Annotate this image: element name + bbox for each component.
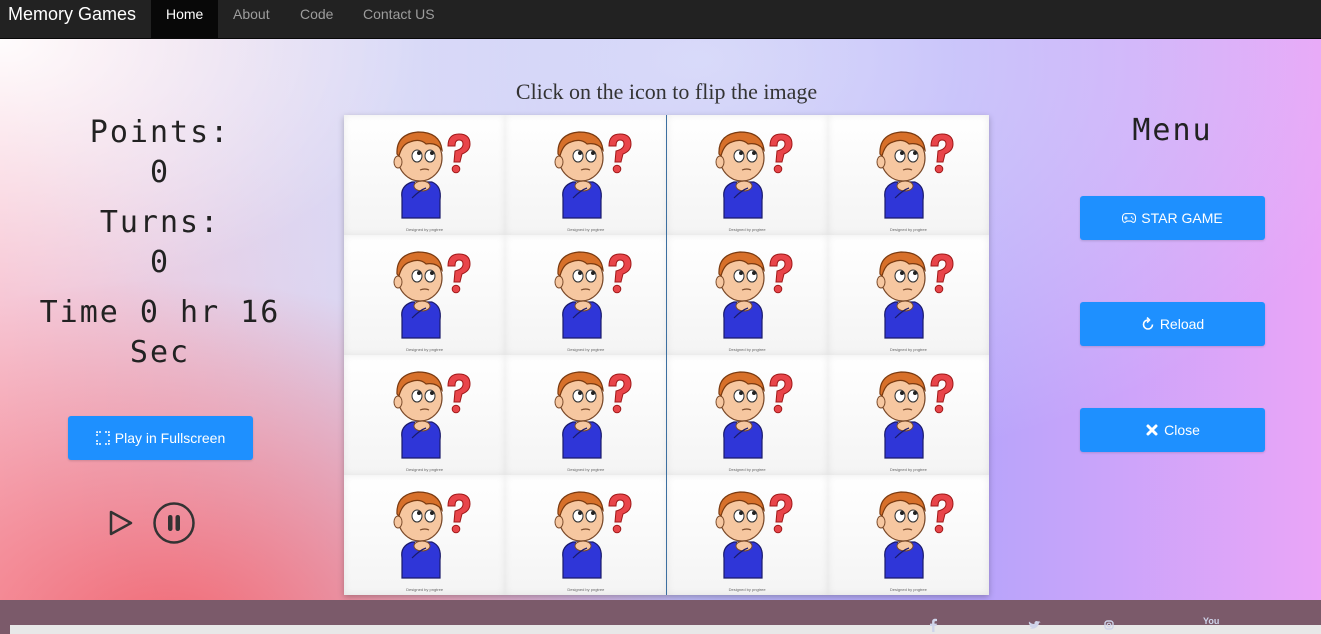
- nav-contact[interactable]: Contact US: [348, 0, 450, 38]
- thinking-boy-icon: [715, 131, 793, 219]
- points-label: Points:: [89, 115, 231, 150]
- nav-code[interactable]: Code: [285, 0, 348, 38]
- thinking-boy-icon: [715, 371, 793, 459]
- thinking-boy-icon: [876, 491, 954, 579]
- fullscreen-icon: [96, 431, 110, 445]
- fullscreen-label: Play in Fullscreen: [114, 430, 226, 446]
- memory-card[interactable]: Designed by pngtree: [666, 475, 828, 595]
- memory-card[interactable]: Designed by pngtree: [505, 475, 667, 595]
- youtube-icon[interactable]: You: [1203, 616, 1219, 626]
- card-credit: Designed by pngtree: [567, 467, 605, 472]
- turns-label: Turns:: [99, 205, 221, 240]
- thinking-boy-icon: [393, 131, 471, 219]
- card-credit: Designed by pngtree: [728, 227, 766, 232]
- memory-card[interactable]: Designed by pngtree: [505, 115, 667, 235]
- fullscreen-button[interactable]: Play in Fullscreen: [68, 416, 253, 460]
- pause-icon[interactable]: [152, 501, 196, 545]
- points-value: 0: [149, 155, 171, 190]
- instagram-icon[interactable]: [1104, 620, 1114, 630]
- brand-logo[interactable]: Memory Games: [8, 4, 136, 25]
- card-credit: Designed by pngtree: [889, 587, 927, 592]
- card-credit: Designed by pngtree: [406, 587, 444, 592]
- close-button[interactable]: Close: [1080, 408, 1265, 452]
- play-icon[interactable]: [106, 508, 136, 538]
- memory-card[interactable]: Designed by pngtree: [827, 115, 989, 235]
- memory-card[interactable]: Designed by pngtree: [344, 115, 506, 235]
- gamepad-icon: [1122, 213, 1137, 223]
- memory-card[interactable]: Designed by pngtree: [666, 235, 828, 355]
- thinking-boy-icon: [554, 131, 632, 219]
- card-credit: Designed by pngtree: [889, 467, 927, 472]
- timer-line-1: Time 0 hr 16: [39, 295, 281, 330]
- start-game-button[interactable]: STAR GAME: [1080, 196, 1265, 240]
- instruction-text: Click on the icon to flip the image: [515, 79, 818, 104]
- memory-card[interactable]: Designed by pngtree: [666, 355, 828, 475]
- card-credit: Designed by pngtree: [406, 347, 444, 352]
- thinking-boy-icon: [393, 251, 471, 339]
- navbar: Memory Games Home About Code Contact US: [0, 0, 1321, 39]
- card-credit: Designed by pngtree: [728, 587, 766, 592]
- game-board: Designed by pngtree Designed by pngtree …: [344, 115, 989, 595]
- thinking-boy-icon: [876, 131, 954, 219]
- menu-title: Menu: [1132, 113, 1213, 148]
- thinking-boy-icon: [876, 371, 954, 459]
- card-credit: Designed by pngtree: [728, 467, 766, 472]
- memory-card[interactable]: Designed by pngtree: [505, 235, 667, 355]
- memory-card[interactable]: Designed by pngtree: [827, 235, 989, 355]
- reload-icon: [1142, 317, 1154, 330]
- card-credit: Designed by pngtree: [889, 347, 927, 352]
- card-credit: Designed by pngtree: [889, 227, 927, 232]
- start-game-label: STAR GAME: [1141, 210, 1223, 226]
- card-credit: Designed by pngtree: [567, 347, 605, 352]
- thinking-boy-icon: [554, 251, 632, 339]
- nav-about[interactable]: About: [218, 0, 285, 38]
- thinking-boy-icon: [876, 251, 954, 339]
- thinking-boy-icon: [715, 491, 793, 579]
- card-credit: Designed by pngtree: [406, 467, 444, 472]
- card-credit: Designed by pngtree: [406, 227, 444, 232]
- horizontal-scrollbar[interactable]: [10, 625, 1321, 634]
- nav-home[interactable]: Home: [151, 0, 218, 38]
- memory-card[interactable]: Designed by pngtree: [666, 115, 828, 235]
- card-credit: Designed by pngtree: [728, 347, 766, 352]
- memory-card[interactable]: Designed by pngtree: [344, 475, 506, 595]
- memory-card[interactable]: Designed by pngtree: [505, 355, 667, 475]
- turns-value: 0: [149, 245, 171, 280]
- memory-card[interactable]: Designed by pngtree: [344, 235, 506, 355]
- memory-card[interactable]: Designed by pngtree: [827, 475, 989, 595]
- close-icon: [1146, 424, 1158, 436]
- thinking-boy-icon: [393, 491, 471, 579]
- card-credit: Designed by pngtree: [567, 227, 605, 232]
- thinking-boy-icon: [393, 371, 471, 459]
- timer-line-2: Sec: [129, 335, 191, 370]
- reload-label: Reload: [1159, 316, 1205, 332]
- thinking-boy-icon: [715, 251, 793, 339]
- memory-card[interactable]: Designed by pngtree: [344, 355, 506, 475]
- card-credit: Designed by pngtree: [567, 587, 605, 592]
- thinking-boy-icon: [554, 491, 632, 579]
- twitter-icon[interactable]: [1028, 620, 1042, 630]
- facebook-icon[interactable]: [928, 618, 938, 632]
- reload-button[interactable]: Reload: [1080, 302, 1265, 346]
- close-label: Close: [1164, 422, 1200, 438]
- thinking-boy-icon: [554, 371, 632, 459]
- memory-card[interactable]: Designed by pngtree: [827, 355, 989, 475]
